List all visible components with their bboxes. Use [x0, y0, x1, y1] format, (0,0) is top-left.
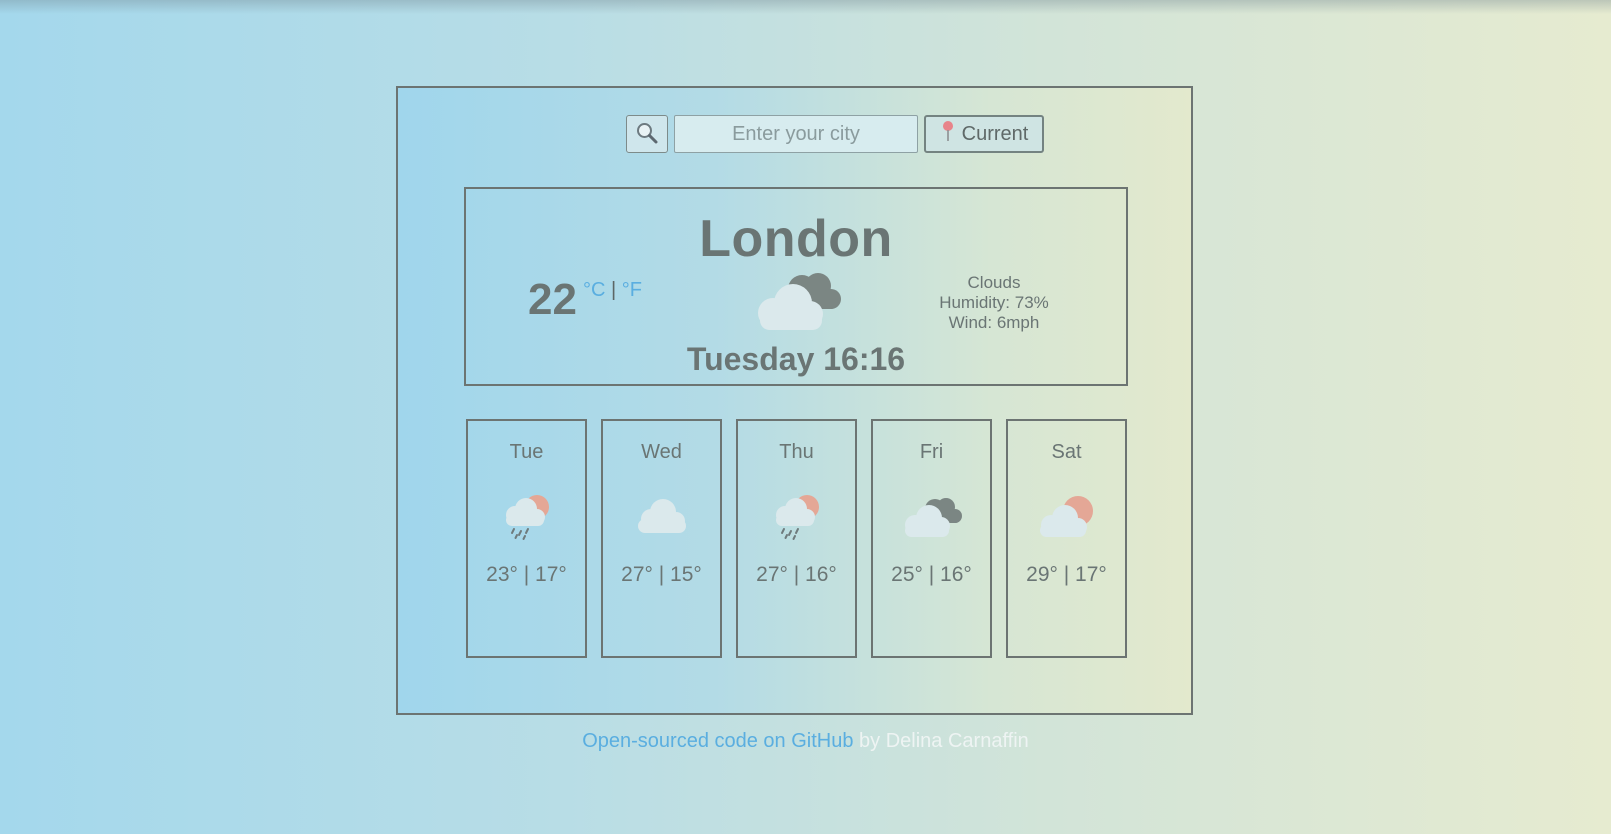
- current-temperature: 22 °C | °F: [528, 275, 642, 325]
- city-name: London: [699, 210, 893, 268]
- weather-app-container: Current London 22 °C | °F: [396, 86, 1193, 715]
- forecast-temps: 27° | 16°: [756, 563, 837, 586]
- footer: Open-sourced code on GitHub by Delina Ca…: [0, 730, 1611, 753]
- forecast-day-name: Tue: [509, 441, 544, 463]
- celsius-link[interactable]: °C: [583, 279, 605, 301]
- github-link[interactable]: Open-sourced code on GitHub: [582, 730, 853, 752]
- current-location-label: Current: [961, 122, 1029, 145]
- forecast-day-name: Wed: [641, 441, 682, 463]
- forecast-day-name: Fri: [919, 441, 944, 463]
- fahrenheit-link[interactable]: °F: [622, 279, 642, 301]
- sun-cloud-rain-icon: [738, 489, 855, 541]
- sun-cloud-rain-icon: [468, 489, 585, 541]
- forecast-temps: 27° | 15°: [621, 563, 702, 586]
- current-location-button[interactable]: Current: [924, 115, 1044, 153]
- forecast-temps: 23° | 17°: [486, 563, 567, 586]
- forecast-temps: 25° | 16°: [891, 563, 972, 586]
- forecast-day-name: Sat: [1051, 441, 1082, 463]
- forecast-day-name: Thu: [779, 441, 814, 463]
- cloudy-icon: [873, 489, 990, 541]
- search-button[interactable]: [626, 115, 668, 153]
- forecast-row: Tue 23° | 17° Wed 27° | 15° Thu 27° | 16…: [466, 419, 1129, 658]
- current-weather-panel: London 22 °C | °F Clouds Humidity: 73% W…: [464, 187, 1128, 386]
- weather-details: Clouds Humidity: 73% Wind: 6mph: [926, 273, 1062, 333]
- sun-behind-cloud-icon: [1008, 489, 1125, 541]
- pushpin-icon: [940, 120, 956, 148]
- unit-toggle: °C | °F: [583, 279, 642, 302]
- weather-description: Clouds: [967, 273, 1021, 292]
- humidity-text: Humidity: 73%: [939, 293, 1049, 312]
- author-byline: by Delina Carnaffin: [853, 730, 1029, 752]
- forecast-day-card: Tue 23° | 17°: [466, 419, 587, 658]
- top-shadow: [0, 0, 1611, 14]
- temperature-value: 22: [528, 275, 577, 324]
- forecast-day-card: Fri 25° | 16°: [871, 419, 992, 658]
- magnifier-icon: [635, 121, 659, 148]
- unit-separator: |: [610, 279, 617, 301]
- current-datetime: Tuesday 16:16: [686, 341, 906, 377]
- city-search-input[interactable]: [674, 115, 918, 153]
- wind-text: Wind: 6mph: [948, 313, 1040, 332]
- forecast-day-card: Thu 27° | 16°: [736, 419, 857, 658]
- search-form: Current: [626, 115, 1044, 153]
- forecast-temps: 29° | 17°: [1026, 563, 1107, 586]
- forecast-day-card: Sat 29° | 17°: [1006, 419, 1127, 658]
- cloud-icon: [603, 489, 720, 541]
- forecast-day-card: Wed 27° | 15°: [601, 419, 722, 658]
- cloudy-icon: [748, 269, 844, 338]
